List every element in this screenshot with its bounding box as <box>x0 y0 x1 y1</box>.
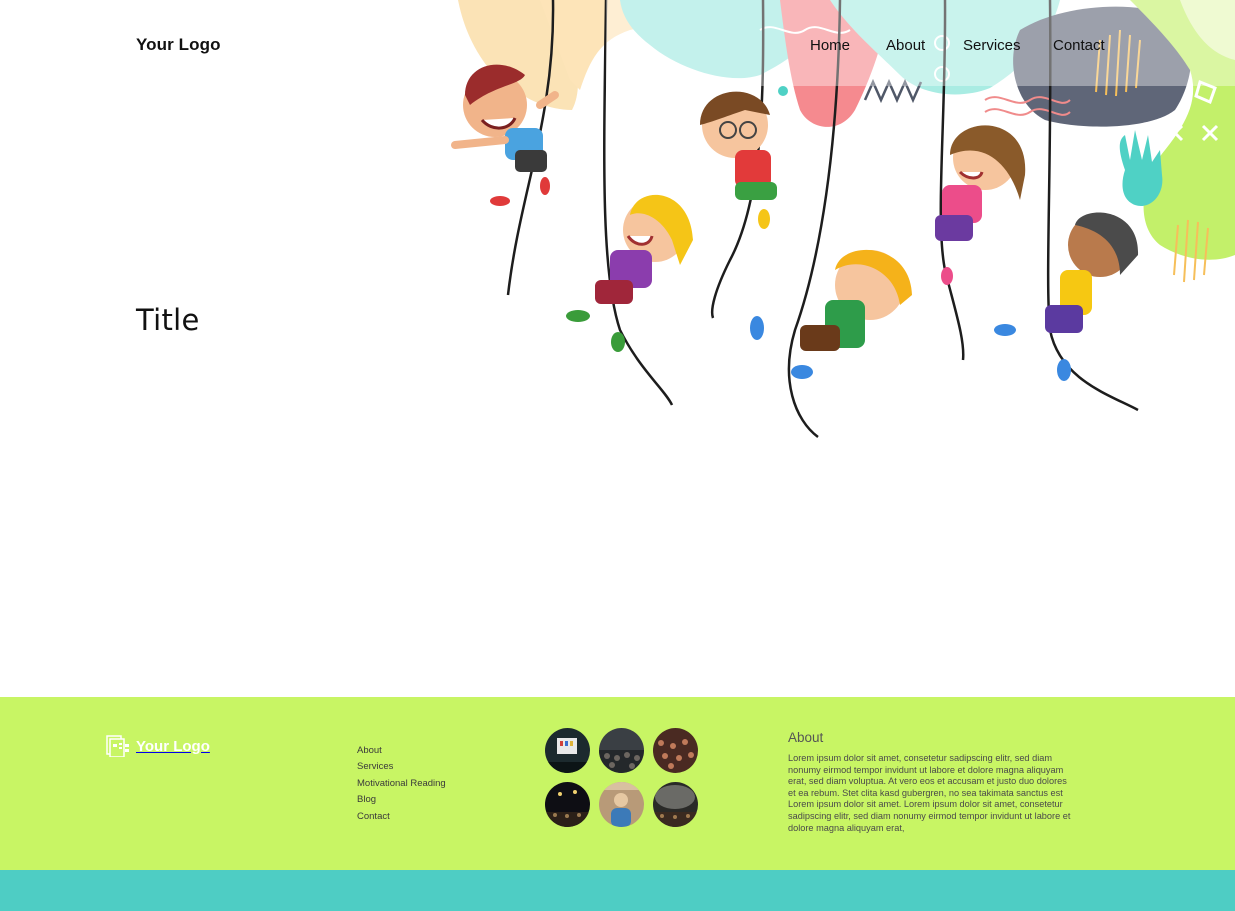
list-item: Services <box>357 756 446 772</box>
list-item: Blog <box>357 789 446 805</box>
footer-link-blog[interactable]: Blog <box>357 794 376 805</box>
kid-2 <box>566 194 693 352</box>
footer: Your Logo About Services Motivational Re… <box>0 697 1235 870</box>
kid-5 <box>935 125 1026 285</box>
bottom-bar <box>0 870 1235 911</box>
footer-link-about[interactable]: About <box>357 745 382 756</box>
kid-4 <box>750 249 912 379</box>
list-item: About <box>357 740 446 756</box>
gallery-thumb-speaker[interactable] <box>599 782 644 827</box>
footer-link-motivational-reading[interactable]: Motivational Reading <box>357 778 446 789</box>
gallery-thumb-presentation[interactable] <box>545 728 590 773</box>
list-item: Motivational Reading <box>357 773 446 789</box>
gallery-thumb-hall[interactable] <box>653 782 698 827</box>
nav-link-contact[interactable]: Contact <box>1053 37 1105 54</box>
footer-logo-text: Your Logo <box>136 737 210 755</box>
logo-icon <box>106 735 129 757</box>
kid-3 <box>700 91 777 229</box>
kid-6 <box>994 212 1139 381</box>
hero-section: Your Logo Home About Services Contact Ti… <box>0 0 1235 697</box>
footer-about-text: Lorem ipsum dolor sit amet, consetetur s… <box>788 753 1071 833</box>
gallery-thumb-audience[interactable] <box>653 728 698 773</box>
footer-logo[interactable]: Your Logo <box>106 735 210 757</box>
footer-about-heading: About <box>788 730 824 745</box>
nav-link-about[interactable]: About <box>886 37 925 54</box>
nav-link-home[interactable]: Home <box>810 37 850 54</box>
kids-climbing-ropes-illustration <box>451 0 1235 439</box>
header-logo[interactable]: Your Logo <box>136 35 221 55</box>
footer-about: About Lorem ipsum dolor sit amet, conset… <box>788 730 1073 834</box>
gallery-thumb-concert[interactable] <box>545 782 590 827</box>
footer-links: About Services Motivational Reading Blog… <box>357 740 446 822</box>
footer-link-services[interactable]: Services <box>357 761 393 772</box>
footer-gallery <box>545 728 705 828</box>
footer-link-contact[interactable]: Contact <box>357 811 390 822</box>
nav-link-services[interactable]: Services <box>963 37 1021 54</box>
hero-title: Title <box>136 303 200 337</box>
gallery-thumb-crowd[interactable] <box>599 728 644 773</box>
handprint <box>1119 130 1163 206</box>
list-item: Contact <box>357 806 446 822</box>
